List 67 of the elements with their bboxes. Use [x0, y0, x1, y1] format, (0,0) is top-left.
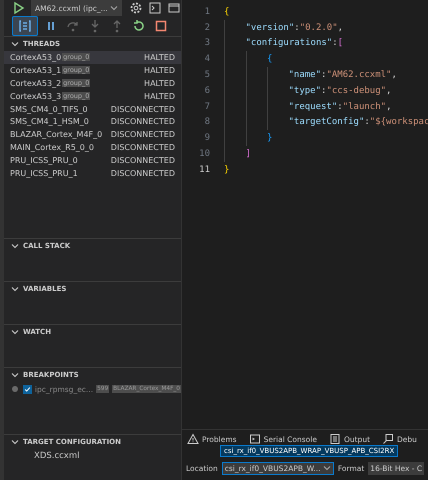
thread-status: HALTED [144, 92, 175, 101]
line-number: 3 [204, 38, 210, 48]
thread-name: MAIN_Cortex_R5_0_0 [10, 143, 94, 152]
code-line: } [224, 130, 272, 146]
code-line: "type":"ccs-debug", [224, 82, 392, 99]
output-icon [328, 433, 341, 445]
breakpoint-dot [12, 386, 18, 392]
code-line: "request":"launch", [224, 98, 392, 115]
thread-name: CortexA53_2 [10, 78, 62, 88]
thread-status: HALTED [144, 52, 175, 62]
code-line: { [224, 6, 230, 19]
line-number: 5 [204, 70, 210, 80]
line-number: 11 [198, 164, 210, 175]
code-line: "name":"AM62.ccxml", [224, 67, 397, 83]
line-number: 1 [204, 6, 210, 17]
thread-status: DISCONNECTED [110, 117, 175, 126]
chevron-down-icon [110, 4, 118, 10]
thread-name: CortexA53_0 [10, 52, 62, 62]
thread-status: DISCONNECTED [110, 104, 175, 114]
window-icon[interactable] [167, 1, 182, 15]
line-number: 10 [198, 149, 210, 160]
line-number: 2 [204, 22, 210, 33]
code-line: "configurations":[ [224, 36, 344, 52]
thread-row[interactable]: BLAZAR_Cortex_M4F_0 DISCONNECTED [4, 128, 181, 142]
thread-name: PRU_ICSS_PRU_1 [10, 168, 78, 178]
chevron-icon[interactable] [10, 241, 20, 251]
terminal-icon[interactable] [148, 1, 162, 15]
thread-status: DISCONNECTED [110, 143, 175, 152]
thread-status: HALTED [144, 78, 175, 88]
warning-icon [187, 433, 199, 445]
thread-name: BLAZAR_Cortex_M4F_0 [10, 130, 102, 140]
line-number: 7 [204, 102, 210, 112]
thread-row[interactable]: PRU_ICSS_PRU_1 DISCONNECTED [4, 167, 181, 180]
thread-row[interactable]: PRU_ICSS_PRU_0 DISCONNECTED [4, 154, 181, 168]
thread-name: SMS_CM4_1_HSM_0 [10, 117, 89, 126]
code-line: { [224, 51, 272, 68]
thread-status: DISCONNECTED [110, 168, 175, 178]
line-number: 9 [204, 133, 210, 144]
chevron-icon[interactable] [10, 284, 20, 294]
file-name[interactable]: XDS.ccxml [34, 451, 80, 461]
thread-status: HALTED [144, 66, 175, 75]
thread-status: DISCONNECTED [110, 156, 175, 166]
console-icon [248, 433, 261, 445]
thread-name: CortexA53_1 [10, 66, 62, 75]
chevron-down-icon [322, 465, 331, 471]
line-number: 6 [204, 86, 210, 96]
chevron-icon[interactable] [10, 370, 20, 380]
thread-row[interactable]: MAIN_Cortex_R5_0_0 DISCONNECTED [4, 141, 181, 154]
code-line: "version":"0.2.0", [224, 20, 344, 36]
threads-icon[interactable] [12, 16, 38, 36]
thread-row[interactable]: SMS_CM4_1_HSM_0 DISCONNECTED [4, 115, 181, 128]
chevron-icon[interactable] [10, 437, 20, 447]
code-line: ] [224, 146, 251, 162]
chevron-icon[interactable] [10, 327, 20, 337]
line-number: 4 [204, 54, 210, 64]
thread-name: CortexA53_3 [10, 92, 62, 101]
play-icon[interactable] [12, 1, 26, 15]
chevron-icon[interactable] [10, 39, 20, 49]
line-number: 8 [204, 117, 210, 128]
thread-status: DISCONNECTED [110, 130, 175, 140]
checkbox[interactable] [22, 384, 32, 394]
thread-row[interactable]: SMS_CM4_0_TIFS_0 DISCONNECTED [4, 102, 181, 116]
settings-icon[interactable] [129, 1, 144, 15]
code-line: } [224, 164, 230, 177]
thread-name: PRU_ICSS_PRU_0 [10, 156, 78, 166]
debug-console-icon [382, 433, 394, 445]
thread-name: SMS_CM4_0_TIFS_0 [10, 104, 88, 114]
